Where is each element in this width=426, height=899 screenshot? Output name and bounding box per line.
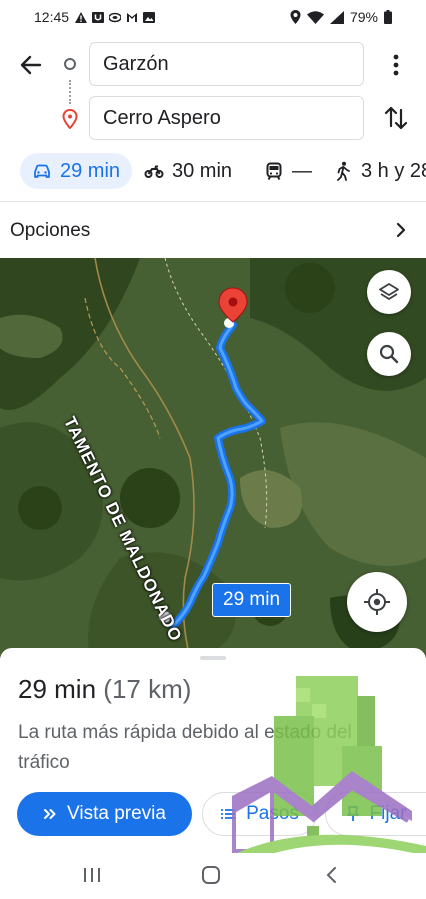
mode-transit[interactable]: —: [264, 153, 312, 189]
route-duration-chip[interactable]: 29 min: [212, 583, 292, 617]
status-bar-right: 79%: [290, 9, 392, 25]
mode-walking-label: 3 h y 28: [361, 159, 426, 182]
double-chevron-icon: [44, 809, 56, 819]
drag-handle[interactable]: [200, 656, 226, 660]
options-row[interactable]: Opciones: [0, 210, 426, 252]
pin-icon: [346, 806, 359, 821]
home-icon[interactable]: [201, 865, 221, 885]
route-duration: 29 min: [18, 674, 97, 704]
destination-field[interactable]: Cerro Aspero: [89, 96, 364, 140]
layers-button[interactable]: [367, 270, 411, 314]
origin-circle-icon: [64, 58, 76, 70]
origin-value: Garzón: [103, 52, 169, 75]
more-options-icon[interactable]: [386, 52, 406, 78]
list-icon: [221, 809, 236, 819]
destination-value: Cerro Aspero: [103, 106, 221, 129]
route-connector: [69, 80, 71, 104]
steps-label: Pasos: [246, 803, 299, 824]
mode-motorcycle[interactable]: 30 min: [144, 153, 232, 189]
route-description: La ruta más rápida debido al estado del …: [18, 722, 352, 773]
wifi-icon: [306, 10, 324, 24]
signal-icon: [329, 10, 344, 24]
back-arrow-icon[interactable]: [18, 52, 44, 78]
travel-modes: 29 min 30 min — 3 h y 28: [0, 150, 426, 194]
status-time: 12:45: [34, 9, 70, 25]
mode-motorcycle-label: 30 min: [172, 159, 233, 182]
car-icon: [34, 164, 50, 178]
crosshair-icon: [364, 589, 390, 615]
route-summary-sheet: 29 min (17 km) La ruta más rápida debido…: [0, 648, 426, 853]
status-bar: 12:45 79%: [0, 0, 426, 34]
destination-pin-icon: [62, 109, 78, 129]
u-app-icon: [92, 11, 105, 23]
pin-button[interactable]: Fijar: [325, 792, 426, 836]
battery-icon: [384, 10, 392, 24]
train-icon: [266, 162, 282, 181]
map-view[interactable]: TAMENTO DE MALDONADO 29 min: [0, 258, 426, 658]
recents-icon[interactable]: [80, 865, 104, 885]
system-nav-bar: [0, 853, 426, 899]
preview-button[interactable]: Vista previa: [17, 792, 192, 836]
options-label: Opciones: [10, 220, 91, 241]
preview-label: Vista previa: [67, 803, 166, 824]
image-icon: [143, 11, 156, 23]
route-distance: (17 km): [103, 674, 192, 704]
storage-icon: [109, 12, 122, 22]
divider: [0, 201, 426, 202]
walk-icon: [337, 161, 350, 181]
steps-button[interactable]: Pasos: [202, 792, 317, 836]
search-icon: [379, 344, 399, 364]
my-location-button[interactable]: [347, 572, 407, 632]
mode-transit-label: —: [292, 159, 312, 182]
swap-icon[interactable]: [383, 104, 409, 132]
battery-percent: 79%: [349, 9, 378, 25]
origin-field[interactable]: Garzón: [89, 42, 364, 86]
location-icon: [290, 10, 301, 24]
chevron-right-icon: [396, 222, 406, 238]
route-summary: 29 min (17 km): [18, 674, 191, 705]
mode-driving[interactable]: 29 min: [20, 153, 133, 189]
warning-icon: [75, 11, 88, 23]
layers-icon: [379, 283, 399, 300]
notification-icons: [75, 11, 156, 23]
gmail-icon: [127, 12, 138, 22]
status-bar-left: 12:45: [34, 9, 156, 25]
mode-driving-label: 29 min: [60, 159, 121, 182]
back-nav-icon[interactable]: [322, 865, 342, 885]
search-along-route-button[interactable]: [367, 332, 411, 376]
pin-label: Fijar: [369, 803, 407, 824]
motorcycle-icon: [144, 165, 164, 178]
mode-walking[interactable]: 3 h y 28: [333, 153, 426, 189]
